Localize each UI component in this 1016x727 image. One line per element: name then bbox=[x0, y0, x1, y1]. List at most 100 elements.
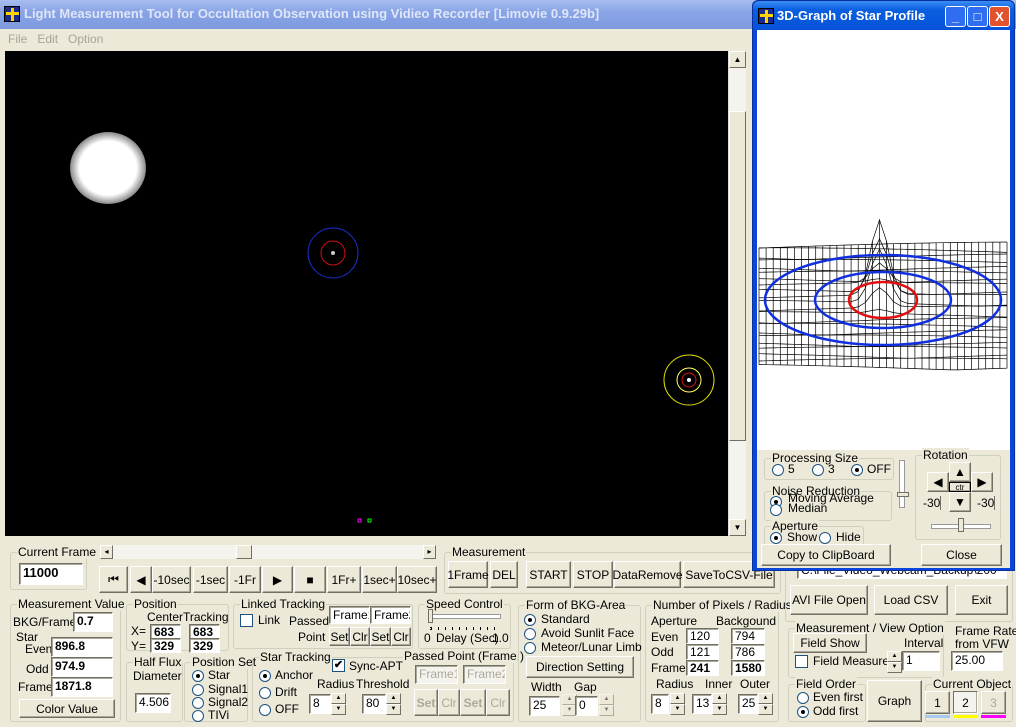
bkg-avoid-sunlit-radio[interactable] bbox=[524, 628, 536, 640]
object-1-button[interactable]: 1 bbox=[925, 691, 950, 714]
forward-1frame-button[interactable]: 1Fr+ bbox=[327, 566, 361, 593]
passed-frame1-field[interactable]: Frame1 bbox=[415, 665, 458, 684]
aperture-show-radio[interactable] bbox=[770, 532, 782, 544]
frame-scrollbar[interactable]: ◂ ▸ bbox=[100, 545, 436, 559]
tracking-anchor-radio[interactable] bbox=[259, 670, 271, 682]
field-show-button[interactable]: Field Show bbox=[793, 633, 867, 653]
forward-1sec-button[interactable]: 1sec+ bbox=[362, 566, 397, 593]
tracking-y-field[interactable]: 329 bbox=[189, 638, 220, 653]
one-frame-button[interactable]: 1Frame bbox=[447, 561, 489, 588]
graph-button[interactable]: Graph bbox=[867, 680, 922, 722]
first-frame-button[interactable]: ⏮ bbox=[99, 566, 128, 593]
threshold-spinner[interactable]: ▲ ▼ bbox=[386, 693, 401, 715]
link-checkbox[interactable] bbox=[240, 614, 253, 627]
bkg-standard-radio[interactable] bbox=[524, 614, 536, 626]
position-set-tivi-radio[interactable] bbox=[192, 710, 204, 722]
object-2-button[interactable]: 2 bbox=[953, 691, 978, 714]
passed-clr2-button[interactable]: Clr bbox=[486, 689, 510, 716]
aperture-frame-field[interactable]: 241 bbox=[686, 660, 719, 676]
outer-radius-spinner[interactable]: ▲ ▼ bbox=[758, 693, 773, 715]
size-3-radio[interactable] bbox=[812, 464, 824, 476]
vertical-slider[interactable] bbox=[899, 460, 905, 508]
stop-button[interactable]: STOP bbox=[573, 561, 613, 588]
size-off-radio[interactable] bbox=[851, 464, 863, 476]
start-button[interactable]: START bbox=[526, 561, 571, 588]
minimize-button[interactable]: _ bbox=[945, 6, 966, 27]
link-clr1-button[interactable]: Clr bbox=[350, 627, 370, 646]
stop-playback-button[interactable]: ■ bbox=[294, 566, 326, 593]
forward-10sec-button[interactable]: 10sec+ bbox=[397, 566, 437, 593]
interval-field[interactable]: 1 bbox=[902, 651, 940, 671]
video-scrollbar[interactable]: ▲ ▼ bbox=[728, 51, 746, 536]
field-measure-checkbox[interactable] bbox=[795, 655, 808, 668]
prev-button[interactable]: ◀ bbox=[130, 566, 152, 593]
even-first-radio[interactable] bbox=[797, 692, 809, 704]
back-1frame-button[interactable]: -1Fr bbox=[229, 566, 261, 593]
passed-set2-button[interactable]: Set bbox=[460, 689, 486, 716]
tracking-radius-spinner[interactable]: ▲ ▼ bbox=[331, 693, 346, 715]
passed-frame2-field[interactable]: Frame2 bbox=[463, 665, 506, 684]
maximize-button[interactable]: □ bbox=[967, 6, 988, 27]
odd-field[interactable]: 974.9 bbox=[51, 657, 113, 677]
menu-option[interactable]: Option bbox=[68, 32, 103, 46]
passed-clr1-button[interactable]: Clr bbox=[438, 689, 460, 716]
tracking-radius-field[interactable]: 8 bbox=[309, 694, 331, 714]
frame-rate-field[interactable]: 25.00 bbox=[951, 651, 1003, 671]
interval-spinner[interactable]: ▲ ▼ bbox=[887, 651, 902, 673]
bkg-field[interactable]: 0.7 bbox=[73, 612, 113, 632]
median-radio[interactable] bbox=[770, 504, 782, 516]
link-frame1-field[interactable]: Frame1 bbox=[329, 606, 370, 624]
bkg-meteor-radio[interactable] bbox=[524, 642, 536, 654]
bkg-gap-spinner[interactable]: ▲ ▼ bbox=[599, 694, 614, 716]
rotate-left-button[interactable]: ◀ bbox=[927, 472, 949, 492]
current-frame-field[interactable]: 11000 bbox=[19, 563, 83, 585]
aperture-radius-field[interactable]: 8 bbox=[651, 694, 669, 714]
back-1sec-button[interactable]: -1sec bbox=[193, 566, 228, 593]
play-button[interactable]: ▶ bbox=[262, 566, 293, 593]
del-button[interactable]: DEL bbox=[490, 561, 518, 588]
vertical-slider-thumb[interactable] bbox=[897, 492, 909, 497]
position-set-star-radio[interactable] bbox=[192, 670, 204, 682]
rotate-right-button[interactable]: ▶ bbox=[971, 472, 993, 492]
object-3-button[interactable]: 3 bbox=[981, 691, 1006, 714]
tracking-x-field[interactable]: 683 bbox=[189, 624, 220, 639]
inner-radius-spinner[interactable]: ▲ ▼ bbox=[712, 693, 727, 715]
link-set2-button[interactable]: Set bbox=[370, 627, 391, 646]
sync-apt-checkbox[interactable]: ✔ bbox=[332, 659, 345, 672]
inner-radius-field[interactable]: 13 bbox=[692, 694, 712, 714]
background-frame-field[interactable]: 1580 bbox=[731, 660, 765, 676]
aperture-odd-field[interactable]: 121 bbox=[686, 644, 719, 660]
color-value-button[interactable]: Color Value bbox=[19, 699, 115, 718]
passed-set1-button[interactable]: Set bbox=[414, 689, 438, 716]
center-x-field[interactable]: 683 bbox=[150, 624, 181, 639]
speed-slider[interactable] bbox=[428, 614, 501, 619]
odd-first-radio[interactable] bbox=[797, 706, 809, 718]
menu-file[interactable]: File bbox=[8, 32, 27, 46]
rotate-down-button[interactable]: ▼ bbox=[949, 492, 971, 512]
outer-radius-field[interactable]: 25 bbox=[738, 694, 758, 714]
tracking-off-radio[interactable] bbox=[259, 704, 271, 716]
center-y-field[interactable]: 329 bbox=[150, 638, 181, 653]
half-flux-field[interactable]: 4.506 bbox=[135, 693, 171, 713]
avi-file-open-button[interactable]: AVI File Open bbox=[790, 585, 868, 615]
link-frame2-field[interactable]: Frame2 bbox=[370, 606, 411, 624]
aperture-hide-radio[interactable] bbox=[819, 532, 831, 544]
exit-button[interactable]: Exit bbox=[955, 585, 1008, 615]
scroll-right-button[interactable]: ▸ bbox=[423, 545, 436, 559]
speed-slider-thumb[interactable] bbox=[428, 609, 433, 623]
video-view[interactable] bbox=[5, 51, 728, 536]
rotation-slider-thumb[interactable] bbox=[958, 518, 964, 532]
aperture-even-field[interactable]: 120 bbox=[686, 628, 719, 644]
link-set1-button[interactable]: Set bbox=[329, 627, 350, 646]
scroll-left-button[interactable]: ◂ bbox=[100, 545, 113, 559]
position-set-signal1-radio[interactable] bbox=[192, 684, 204, 696]
bkg-width-field[interactable]: 25 bbox=[529, 696, 560, 716]
menu-edit[interactable]: Edit bbox=[37, 32, 58, 46]
tracking-drift-radio[interactable] bbox=[259, 687, 271, 699]
close-button[interactable]: Close bbox=[921, 544, 1002, 566]
copy-clipboard-button[interactable]: Copy to ClipBoard bbox=[761, 544, 891, 566]
link-clr2-button[interactable]: Clr bbox=[391, 627, 411, 646]
rotate-center-button[interactable]: ctr bbox=[949, 482, 971, 492]
frame-field[interactable]: 1871.8 bbox=[51, 677, 113, 697]
back-10sec-button[interactable]: -10sec bbox=[152, 566, 191, 593]
